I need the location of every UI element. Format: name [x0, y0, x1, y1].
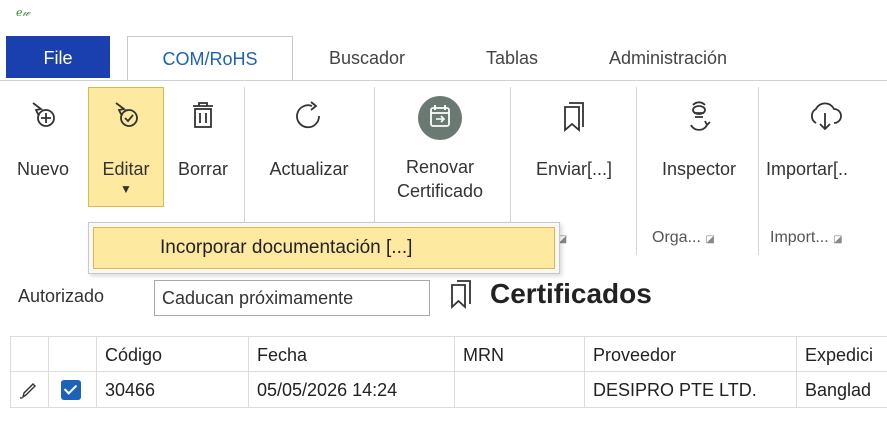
pencil-icon — [20, 383, 36, 399]
column-header-codigo[interactable]: Código — [96, 337, 248, 373]
filter-bar: Autorizado Caducan próximamente Certific… — [0, 278, 887, 320]
column-header-indicator — [10, 337, 48, 373]
menu-item-incorporar-documentacion[interactable]: Incorporar documentación [...] — [93, 227, 555, 269]
ribbon-tabs: File COM/RoHS Buscador Tablas Administra… — [0, 36, 887, 81]
cell-fecha[interactable]: 05/05/2026 14:24 — [248, 372, 454, 408]
borrar-label: Borrar — [177, 159, 228, 179]
tab-file[interactable]: File — [6, 36, 110, 78]
edit-icon — [115, 102, 138, 127]
bookmark-icon — [451, 280, 471, 310]
table-row[interactable]: 30466 05/05/2026 14:24 DESIPRO PTE LTD. … — [10, 372, 887, 408]
enviar-button[interactable]: Enviar[...] — [522, 99, 626, 181]
tab-tablas[interactable]: Tablas — [470, 36, 554, 80]
nuevo-button[interactable]: Nuevo — [8, 99, 78, 181]
editar-button[interactable]: Editar ▼ — [88, 87, 164, 207]
certificado-label: Certificado — [396, 181, 484, 201]
ribbon-separator — [758, 87, 759, 255]
title-text: Certificados — [490, 278, 652, 309]
checkbox-checked-icon[interactable] — [61, 380, 81, 400]
row-indicator — [10, 372, 48, 408]
page-title: Certificados — [448, 278, 652, 310]
cell-mrn[interactable] — [454, 372, 584, 408]
cell-proveedor[interactable]: DESIPRO PTE LTD. — [584, 372, 796, 408]
cell-expedicion[interactable]: Banglad — [796, 372, 887, 408]
bookmark-icon — [564, 102, 584, 132]
certificados-grid: Código Fecha MRN Proveedor Expedici 3046… — [10, 336, 887, 408]
actualizar-label: Actualizar — [269, 159, 349, 179]
renovar-label: Renovar — [405, 157, 475, 177]
ribbon-separator — [636, 87, 637, 255]
editar-dropdown-menu: Incorporar documentación [...] — [88, 222, 560, 274]
cloud-download-icon — [810, 102, 842, 131]
column-header-expedicion[interactable]: Expedici — [796, 337, 887, 373]
enviar-label: Enviar[...] — [535, 159, 613, 179]
importar-label: Importar[.. — [766, 159, 849, 179]
autorizado-filter[interactable]: Autorizado — [18, 286, 104, 307]
column-header-fecha[interactable]: Fecha — [248, 337, 454, 373]
importar-button[interactable]: Importar[.. — [762, 99, 887, 181]
actualizar-button[interactable]: Actualizar — [252, 99, 366, 181]
refresh-icon — [296, 101, 320, 129]
chevron-down-icon: ▼ — [120, 182, 132, 196]
cell-codigo[interactable]: 30466 — [96, 372, 248, 408]
nuevo-label: Nuevo — [16, 159, 70, 179]
inspector-label: Inspector — [661, 159, 737, 179]
borrar-button[interactable]: Borrar — [168, 99, 238, 181]
app-logo: ℯ𝓌 — [16, 7, 31, 19]
editar-label: Editar — [102, 159, 150, 179]
tab-administracion[interactable]: Administración — [586, 36, 750, 80]
group-import-label: Import... ◪ — [770, 229, 843, 246]
column-header-select[interactable] — [48, 337, 96, 373]
inspector-icon — [690, 101, 711, 131]
column-header-proveedor[interactable]: Proveedor — [584, 337, 796, 373]
renovar-certificado-button[interactable]: Renovar Certificado — [378, 95, 502, 203]
tab-buscador[interactable]: Buscador — [312, 36, 422, 80]
inspector-button[interactable]: Inspector — [642, 99, 756, 181]
caducan-proximamente-filter[interactable]: Caducan próximamente — [154, 280, 430, 316]
new-icon — [32, 102, 55, 127]
grid-header-row: Código Fecha MRN Proveedor Expedici — [10, 336, 887, 373]
column-header-mrn[interactable]: MRN — [454, 337, 584, 373]
renew-calendar-icon — [418, 96, 462, 140]
dialog-launcher-icon: ◪ — [705, 234, 715, 245]
group-orga-label: Orga... ◪ — [652, 229, 715, 246]
row-select-checkbox[interactable] — [48, 372, 96, 408]
tab-com-rohs[interactable]: COM/RoHS — [127, 36, 293, 81]
trash-icon — [193, 102, 213, 128]
dialog-launcher-icon: ◪ — [833, 234, 843, 245]
